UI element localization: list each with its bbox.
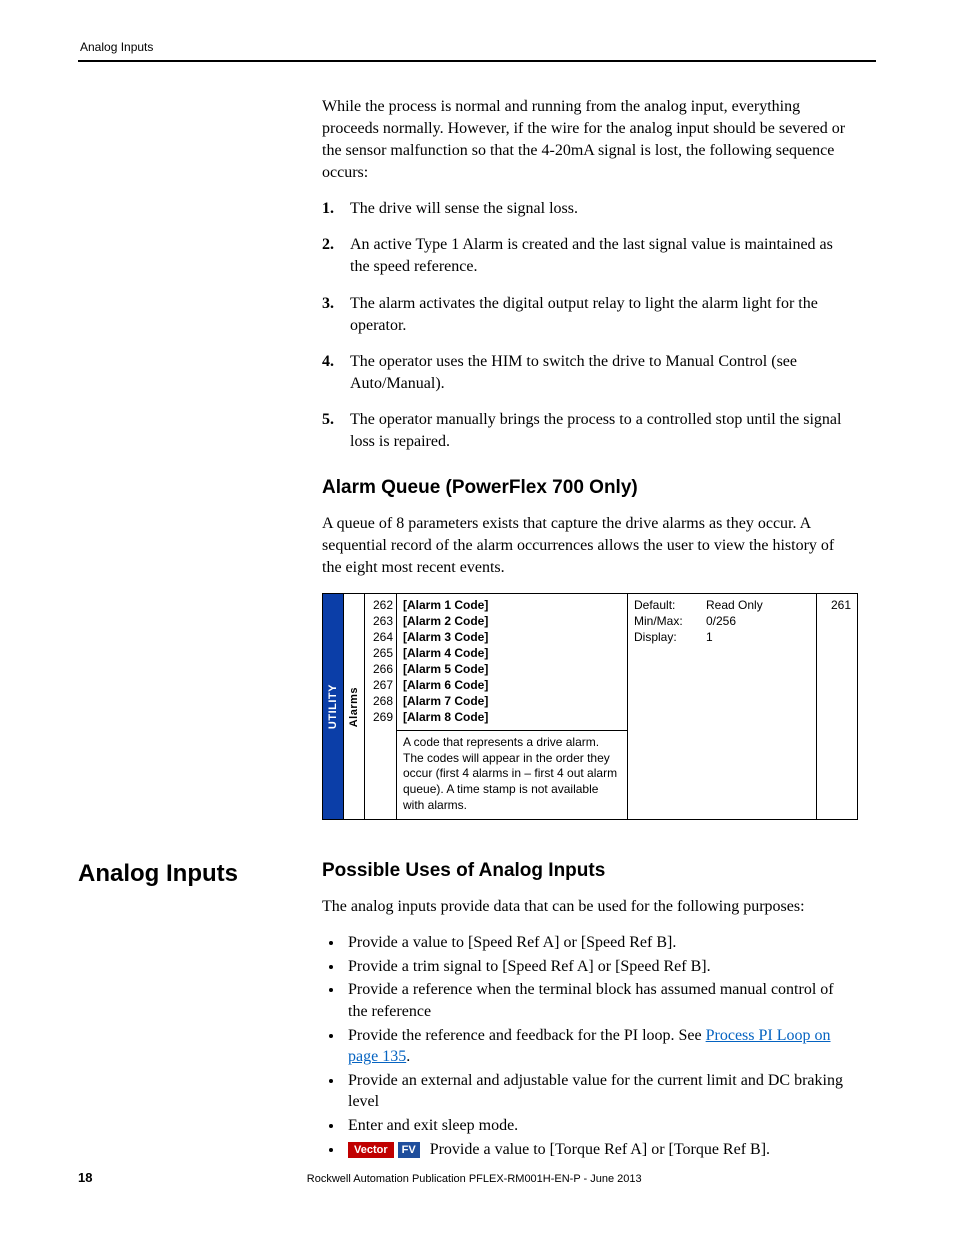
param-names: [Alarm 1 Code] [Alarm 2 Code] [Alarm 3 C… — [397, 594, 628, 819]
step-3: The alarm activates the digital output r… — [322, 293, 850, 337]
step-1: The drive will sense the signal loss. — [322, 198, 850, 220]
param-description: A code that represents a drive alarm. Th… — [397, 731, 627, 819]
alarm-queue-paragraph: A queue of 8 parameters exists that capt… — [322, 513, 850, 579]
running-header: Analog Inputs — [80, 40, 876, 60]
bullet-manual-ref: Provide a reference when the terminal bl… — [344, 979, 850, 1022]
step-4: The operator uses the HIM to switch the … — [322, 351, 850, 395]
bullet-torque-ref: VectorFV Provide a value to [Torque Ref … — [344, 1139, 850, 1161]
param-meta-values: Read Only 0/256 1 — [704, 594, 816, 819]
step-2: An active Type 1 Alarm is created and th… — [322, 234, 850, 278]
alarm-queue-table: UTILITY Alarms 262 263 264 265 266 267 2… — [322, 593, 858, 820]
sequence-list: The drive will sense the signal loss. An… — [322, 198, 850, 453]
possible-uses-list: Provide a value to [Speed Ref A] or [Spe… — [322, 932, 850, 1160]
bullet-current-limit: Provide an external and adjustable value… — [344, 1070, 850, 1113]
param-numbers: 262 263 264 265 266 267 268 269 — [365, 594, 397, 819]
page-number: 18 — [78, 1170, 92, 1185]
step-5: The operator manually brings the process… — [322, 409, 850, 453]
possible-uses-heading: Possible Uses of Analog Inputs — [322, 860, 850, 882]
page-footer: 18 Rockwell Automation Publication PFLEX… — [78, 1170, 876, 1185]
bullet-speed-ref: Provide a value to [Speed Ref A] or [Spe… — [344, 932, 850, 954]
possible-uses-lead: The analog inputs provide data that can … — [322, 896, 850, 918]
alarm-queue-heading: Alarm Queue (PowerFlex 700 Only) — [322, 477, 850, 499]
group-alarms: Alarms — [344, 594, 365, 819]
header-rule — [78, 60, 876, 62]
fv-tag: FV — [398, 1142, 420, 1159]
analog-inputs-heading: Analog Inputs — [78, 860, 322, 888]
param-meta-labels: Default: Min/Max: Display: — [628, 594, 704, 819]
bullet-pi-loop: Provide the reference and feedback for t… — [344, 1025, 850, 1068]
bullet-sleep-mode: Enter and exit sleep mode. — [344, 1115, 850, 1137]
vector-tag: Vector — [348, 1142, 394, 1159]
publication-id: Rockwell Automation Publication PFLEX-RM… — [92, 1173, 856, 1185]
intro-paragraph: While the process is normal and running … — [322, 96, 850, 184]
group-utility: UTILITY — [323, 594, 344, 819]
bullet-trim-signal: Provide a trim signal to [Speed Ref A] o… — [344, 956, 850, 978]
param-related: 261 — [816, 594, 857, 819]
